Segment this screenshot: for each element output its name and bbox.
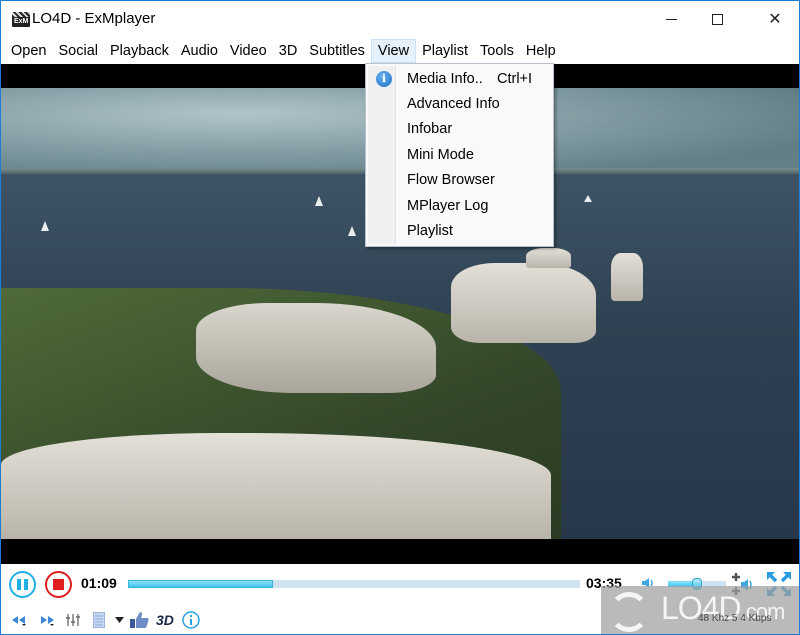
video-cliff (196, 303, 436, 393)
minimize-button[interactable] (648, 1, 694, 37)
menu-item-label: MPlayer Log (407, 197, 489, 214)
menu-open[interactable]: Open (5, 39, 52, 63)
menu-item-playlist[interactable]: Playlist (368, 218, 551, 243)
sailboat (41, 221, 49, 231)
sailboat (348, 226, 356, 236)
menu-item-mini-mode[interactable]: Mini Mode (368, 142, 551, 167)
video-stack (451, 263, 596, 343)
equalizer-icon (66, 614, 80, 626)
playlist-button[interactable] (91, 610, 107, 630)
audio-status: 48 Khz 5 4 Kbps (698, 613, 772, 624)
menu-item-shortcut: Ctrl+I (497, 70, 533, 87)
video-stack (526, 248, 571, 268)
menu-item-advanced-info[interactable]: Advanced Info (368, 91, 551, 116)
menu-3d[interactable]: 3D (273, 39, 304, 63)
menu-subtitles[interactable]: Subtitles (303, 39, 371, 63)
playlist-dropdown-button[interactable] (113, 610, 125, 630)
video-cliff-foreground (1, 433, 551, 539)
equalizer-button[interactable] (64, 610, 82, 630)
menu-bar: Open Social Playback Audio Video 3D Subt… (1, 38, 799, 64)
video-stack (611, 253, 643, 301)
maximize-icon (711, 13, 723, 25)
chevron-down-icon (114, 617, 124, 623)
menu-item-flow-browser[interactable]: Flow Browser (368, 167, 551, 192)
info-icon: i (376, 71, 392, 87)
seek-bar[interactable] (128, 580, 580, 588)
sailboat (584, 195, 592, 202)
clapboard-icon (12, 12, 30, 17)
menu-item-label: Playlist (407, 222, 453, 239)
menu-video[interactable]: Video (224, 39, 273, 63)
seek-bar-progress (128, 580, 273, 588)
minimize-icon (665, 18, 677, 20)
rewind-button[interactable] (9, 610, 29, 630)
menu-help[interactable]: Help (520, 39, 562, 63)
like-button[interactable] (128, 610, 150, 630)
stop-button[interactable] (45, 571, 72, 598)
info-circle-icon (182, 611, 200, 629)
close-button[interactable]: ✕ (752, 1, 798, 37)
menu-item-label: Flow Browser (407, 171, 495, 188)
menu-item-label: Mini Mode (407, 146, 474, 163)
window-title: LO4D - ExMplayer (32, 10, 156, 27)
menu-playback[interactable]: Playback (104, 39, 175, 63)
maximize-button[interactable] (694, 1, 740, 37)
menu-audio[interactable]: Audio (175, 39, 224, 63)
pause-icon-bar (24, 579, 28, 590)
menu-playlist[interactable]: Playlist (416, 39, 474, 63)
app-icon-text: ExM (14, 18, 29, 25)
menu-social[interactable]: Social (52, 39, 104, 63)
app-window: ExM LO4D - ExMplayer ✕ Open Social Playb… (0, 0, 800, 635)
pause-icon-bar (17, 579, 21, 590)
menu-item-label: Media Info.. (407, 70, 483, 87)
pause-button[interactable] (9, 571, 36, 598)
info-button[interactable] (181, 610, 201, 630)
control-bar: 01:09 03:35 3D LO4D.com 48 Khz 5 4 Kbps (1, 564, 799, 634)
menu-item-mplayer-log[interactable]: MPlayer Log (368, 193, 551, 218)
menu-item-media-info[interactable]: i Media Info.. Ctrl+I (368, 66, 551, 91)
close-icon: ✕ (768, 11, 782, 28)
current-time: 01:09 (81, 575, 117, 591)
app-icon: ExM (12, 12, 30, 27)
sailboat (315, 196, 323, 206)
fast-forward-button[interactable] (37, 610, 57, 630)
title-bar: ExM LO4D - ExMplayer ✕ (1, 1, 799, 37)
menu-tools[interactable]: Tools (474, 39, 520, 63)
3d-toggle-button[interactable]: 3D (156, 612, 174, 628)
lo4d-watermark: LO4D.com (601, 586, 799, 634)
menu-item-infobar[interactable]: Infobar (368, 116, 551, 141)
thumbs-up-icon (130, 612, 149, 628)
lo4d-logo-icon (609, 592, 649, 632)
view-menu-dropdown: i Media Info.. Ctrl+I Advanced Info Info… (365, 63, 554, 247)
menu-item-label: Advanced Info (407, 95, 500, 112)
rewind-icon (12, 616, 26, 626)
menu-view[interactable]: View (370, 39, 417, 63)
stop-icon (53, 579, 64, 590)
playlist-icon (93, 612, 105, 628)
fast-forward-icon (41, 616, 54, 626)
menu-item-label: Infobar (407, 120, 453, 137)
